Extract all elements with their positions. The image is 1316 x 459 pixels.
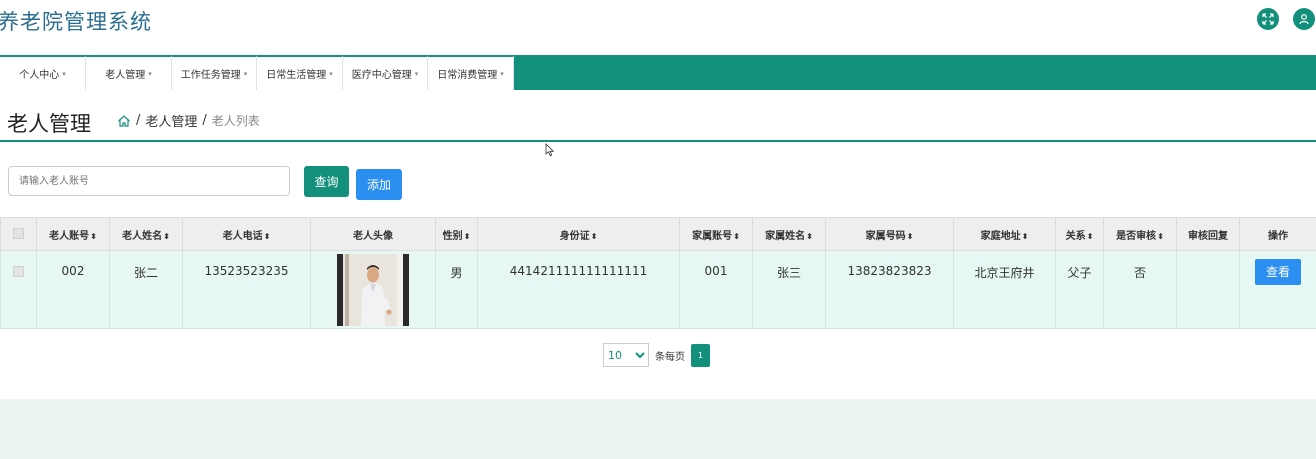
reviewed-cell: 否 <box>1133 266 1146 280</box>
id-card-cell: 441421111111111111 <box>509 264 648 278</box>
column-header[interactable]: 家属号码⬍ <box>825 217 954 251</box>
page-number-button[interactable]: 1 <box>691 343 710 367</box>
gender-cell: 男 <box>450 266 463 280</box>
column-header[interactable]: 家属账号⬍ <box>679 217 753 251</box>
search-button[interactable]: 查询 <box>304 166 349 197</box>
column-header: 审核回复 <box>1176 217 1240 251</box>
breadcrumb-parent[interactable]: 老人管理 <box>145 111 197 130</box>
column-header[interactable]: 老人账号⬍ <box>36 217 110 251</box>
sort-icon[interactable]: ⬍ <box>733 232 740 241</box>
sort-icon[interactable]: ⬍ <box>464 232 471 241</box>
search-input[interactable] <box>8 166 290 196</box>
phone-cell: 13523523235 <box>204 264 289 278</box>
nav-item-label: 个人中心 <box>19 70 60 81</box>
page-header: 老人管理 / 老人管理 / 老人列表 <box>0 96 1316 142</box>
column-header[interactable]: 老人姓名⬍ <box>109 217 183 251</box>
page-size-select[interactable]: 10 <box>603 343 649 367</box>
column-header[interactable]: 家属姓名⬍ <box>752 217 826 251</box>
select-all-checkbox[interactable] <box>13 228 24 239</box>
family-name-cell: 张三 <box>776 266 801 280</box>
row-checkbox[interactable] <box>13 266 24 277</box>
footer-band <box>0 399 1316 459</box>
page-title: 老人管理 <box>7 112 91 136</box>
breadcrumb-separator: / <box>136 113 141 128</box>
column-header: 老人头像 <box>310 217 436 251</box>
nav-item-medical[interactable]: 医疗中心管理 ▾ <box>343 55 428 90</box>
mouse-cursor-icon <box>545 143 555 157</box>
top-navbar: 个人中心 ▾ 老人管理 ▾ 工作任务管理 ▾ 日常生活管理 ▾ 医疗中心管理 ▾… <box>0 55 1316 90</box>
account-cell: 002 <box>61 264 85 278</box>
avatar <box>337 254 409 326</box>
per-page-label: 条每页 <box>655 351 685 363</box>
nav-item-elderly[interactable]: 老人管理 ▾ <box>86 55 172 90</box>
select-all-header[interactable] <box>0 217 37 251</box>
sort-icon[interactable]: ⬍ <box>907 232 914 241</box>
nav-item-consumption[interactable]: 日常消费管理 ▾ <box>428 55 514 90</box>
column-header[interactable]: 关系⬍ <box>1055 217 1104 251</box>
breadcrumb-separator: / <box>202 113 207 128</box>
chevron-down-icon: ▾ <box>414 69 419 78</box>
sort-icon[interactable]: ⬍ <box>591 232 598 241</box>
breadcrumb-current: 老人列表 <box>211 114 260 128</box>
sort-icon[interactable]: ⬍ <box>1157 232 1164 241</box>
chevron-down-icon: ▾ <box>243 69 248 78</box>
sort-icon[interactable]: ⬍ <box>264 232 271 241</box>
nav-item-label: 日常生活管理 <box>266 70 327 81</box>
nav-item-label: 日常消费管理 <box>437 70 498 81</box>
breadcrumb: / 老人管理 / 老人列表 <box>117 111 260 130</box>
column-header[interactable]: 身份证⬍ <box>477 217 680 251</box>
family-phone-cell: 13823823823 <box>847 264 932 278</box>
relation-cell: 父子 <box>1067 266 1092 280</box>
review-reply-cell <box>1177 251 1239 264</box>
sort-icon[interactable]: ⬍ <box>163 232 170 241</box>
chevron-down-icon: ▾ <box>500 69 504 78</box>
column-header[interactable]: 老人电话⬍ <box>182 217 311 251</box>
pagination: 10 条每页 1 <box>603 343 710 367</box>
column-header[interactable]: 家庭地址⬍ <box>953 217 1056 251</box>
column-header[interactable]: 是否审核⬍ <box>1103 217 1177 251</box>
user-icon[interactable] <box>1293 8 1315 30</box>
app-title: 养老院管理系统 <box>0 10 152 34</box>
table-header-row: 老人账号⬍ 老人姓名⬍ 老人电话⬍ 老人头像 性别⬍ 身份证⬍ 家属账号⬍ 家属… <box>0 217 1316 251</box>
view-button[interactable]: 查看 <box>1255 259 1301 285</box>
table-row: 002 张二 13523523235 男 441421111111111111 … <box>0 250 1316 329</box>
nav-item-label: 医疗中心管理 <box>351 70 412 81</box>
nav-item-profile[interactable]: 个人中心 ▾ <box>0 55 86 90</box>
nav-item-label: 老人管理 <box>105 70 146 81</box>
add-button[interactable]: 添加 <box>356 169 402 200</box>
nav-item-label: 工作任务管理 <box>180 70 241 81</box>
sort-icon[interactable]: ⬍ <box>1087 232 1094 241</box>
chevron-down-icon: ▾ <box>148 69 152 78</box>
elderly-table: 老人账号⬍ 老人姓名⬍ 老人电话⬍ 老人头像 性别⬍ 身份证⬍ 家属账号⬍ 家属… <box>0 217 1316 329</box>
nav-item-daily-life[interactable]: 日常生活管理 ▾ <box>257 55 343 90</box>
sort-icon[interactable]: ⬍ <box>1022 232 1029 241</box>
chevron-down-icon: ▾ <box>329 69 333 78</box>
address-cell: 北京王府井 <box>974 266 1035 280</box>
expand-icon[interactable] <box>1257 8 1279 30</box>
name-cell: 张二 <box>133 266 158 280</box>
nav-menu: 个人中心 ▾ 老人管理 ▾ 工作任务管理 ▾ 日常生活管理 ▾ 医疗中心管理 ▾… <box>0 55 514 90</box>
family-account-cell: 001 <box>704 264 728 278</box>
chevron-down-icon: ▾ <box>62 69 66 78</box>
home-icon[interactable] <box>117 114 131 128</box>
column-header[interactable]: 性别⬍ <box>435 217 478 251</box>
sort-icon[interactable]: ⬍ <box>806 232 813 241</box>
nav-item-tasks[interactable]: 工作任务管理 ▾ <box>172 55 257 90</box>
sort-icon[interactable]: ⬍ <box>90 232 97 241</box>
column-header: 操作 <box>1239 217 1316 251</box>
